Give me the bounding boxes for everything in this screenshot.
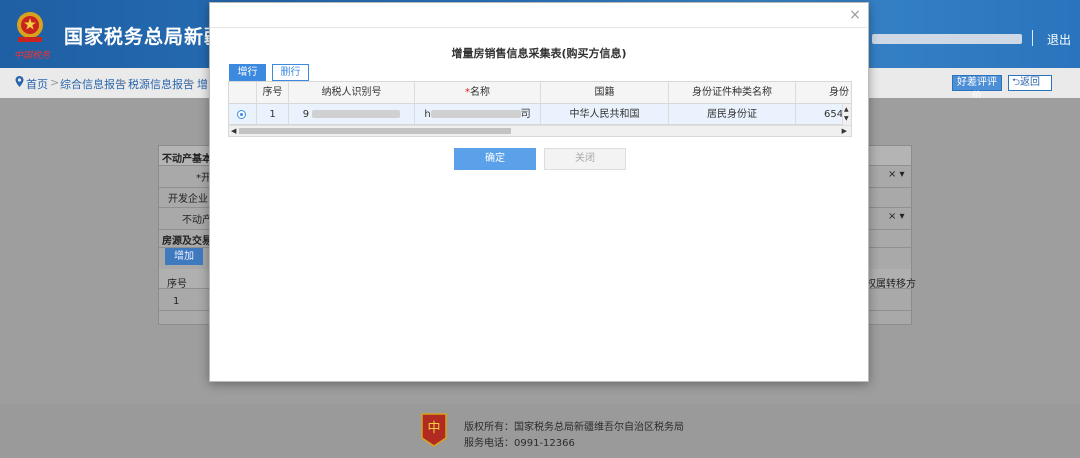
bg-field-label: 不动产 <box>182 215 212 226</box>
return-arrow-icon: ⮌ <box>1012 77 1021 88</box>
col-name-label: 名称 <box>470 87 490 98</box>
bg-select-clear: × ▾ <box>888 169 905 180</box>
scroll-right-icon[interactable]: ▶ <box>842 127 847 135</box>
bg-section-title: 房源及交易 <box>162 236 212 247</box>
row-id-type[interactable]: 居民身份证 <box>669 104 796 124</box>
table-header: 序号 纳税人识别号 *名称 国籍 身份证件种类名称 身份 <box>229 82 851 104</box>
bg-select-clear: × ▾ <box>888 211 905 222</box>
dialog-title: 增量房销售信息采集表(购买方信息) <box>451 47 627 60</box>
breadcrumb-comprehensive-report[interactable]: 综合信息报告 <box>60 76 126 92</box>
bg-field-label: 开发企业 <box>168 194 208 205</box>
buyer-info-dialog: × 增量房销售信息采集表(购买方信息) 增行 删行 序号 纳税人识别号 *名称 … <box>209 2 869 382</box>
scroll-left-icon[interactable]: ◀ <box>231 127 236 135</box>
confirm-button[interactable]: 确定 <box>454 148 536 170</box>
bg-col-transfer: 权属转移方 <box>866 279 916 290</box>
delete-row-button[interactable]: 删行 <box>272 64 309 81</box>
name-suffix: 司 <box>520 109 531 120</box>
evaluate-button[interactable]: 好差评评价 <box>952 75 1002 102</box>
col-id-no: 身份 <box>829 87 849 98</box>
footer-copyright: 版权所有：国家税务总局新疆维吾尔自治区税务局 <box>464 422 684 433</box>
taxpayer-id-prefix: 9 <box>302 109 310 120</box>
tax-badge-icon: 中 <box>421 413 447 447</box>
col-index: 序号 <box>257 82 289 103</box>
site-title: 国家税务总局新疆 <box>64 26 225 48</box>
redacted-value <box>312 110 401 118</box>
breadcrumb-home[interactable]: 首页 <box>26 76 48 92</box>
redacted-value <box>430 110 521 118</box>
breadcrumb-separator: > <box>118 76 128 89</box>
scrollbar-thumb[interactable] <box>239 128 511 134</box>
row-taxpayer-id[interactable]: 9 <box>289 104 415 124</box>
col-name: *名称 <box>415 82 541 103</box>
close-icon[interactable]: × <box>848 8 862 22</box>
breadcrumb-tax-source-report[interactable]: 税源信息报告 <box>128 76 194 92</box>
user-info-redacted <box>872 34 1022 44</box>
bg-add-button: 增加 <box>165 248 203 265</box>
row-select-radio[interactable] <box>237 110 246 119</box>
col-taxpayer-id: 纳税人识别号 <box>289 82 415 103</box>
col-nationality: 国籍 <box>541 82 669 103</box>
logout-link[interactable]: 退出 <box>1047 31 1071 48</box>
national-emblem-icon <box>17 12 43 42</box>
back-button-label: 返回 <box>1020 77 1041 88</box>
add-row-button[interactable]: 增行 <box>229 64 266 81</box>
breadcrumb-separator: > <box>50 76 60 89</box>
scroll-up-icon[interactable]: ▲ <box>844 107 849 113</box>
bg-col-index: 序号 <box>167 279 187 290</box>
logo-signature: 中国税务 <box>14 51 51 61</box>
bg-section-title: 不动产基本 <box>162 154 212 165</box>
row-index: 1 <box>257 104 289 124</box>
dialog-title-divider <box>210 27 868 28</box>
header-divider <box>1032 30 1033 46</box>
row-name[interactable]: h司 <box>415 104 541 124</box>
back-button[interactable]: ⮌返回 <box>1008 75 1052 91</box>
bg-row-index: 1 <box>173 296 180 307</box>
col-id-type: 身份证件种类名称 <box>669 82 796 103</box>
close-button[interactable]: 关闭 <box>544 148 626 170</box>
breadcrumb-separator: > <box>186 76 196 89</box>
row-vertical-scrollbar[interactable]: ▲ ▼ <box>842 104 851 125</box>
buyer-table: 序号 纳税人识别号 *名称 国籍 身份证件种类名称 身份 1 9 h司 中华人民… <box>228 81 852 137</box>
name-prefix: h <box>424 109 431 120</box>
row-nationality[interactable]: 中华人民共和国 <box>541 104 669 124</box>
svg-text:中: 中 <box>427 421 440 436</box>
footer-phone: 服务电话：0991-12366 <box>464 438 575 449</box>
breadcrumb-current: 增 <box>197 78 208 91</box>
table-row[interactable]: 1 9 h司 中华人民共和国 居民身份证 65420 ▲ ▼ <box>229 104 851 125</box>
location-pin-icon <box>15 76 24 87</box>
scroll-down-icon[interactable]: ▼ <box>844 116 849 122</box>
table-horizontal-scrollbar[interactable]: ◀ ▶ <box>229 125 851 136</box>
